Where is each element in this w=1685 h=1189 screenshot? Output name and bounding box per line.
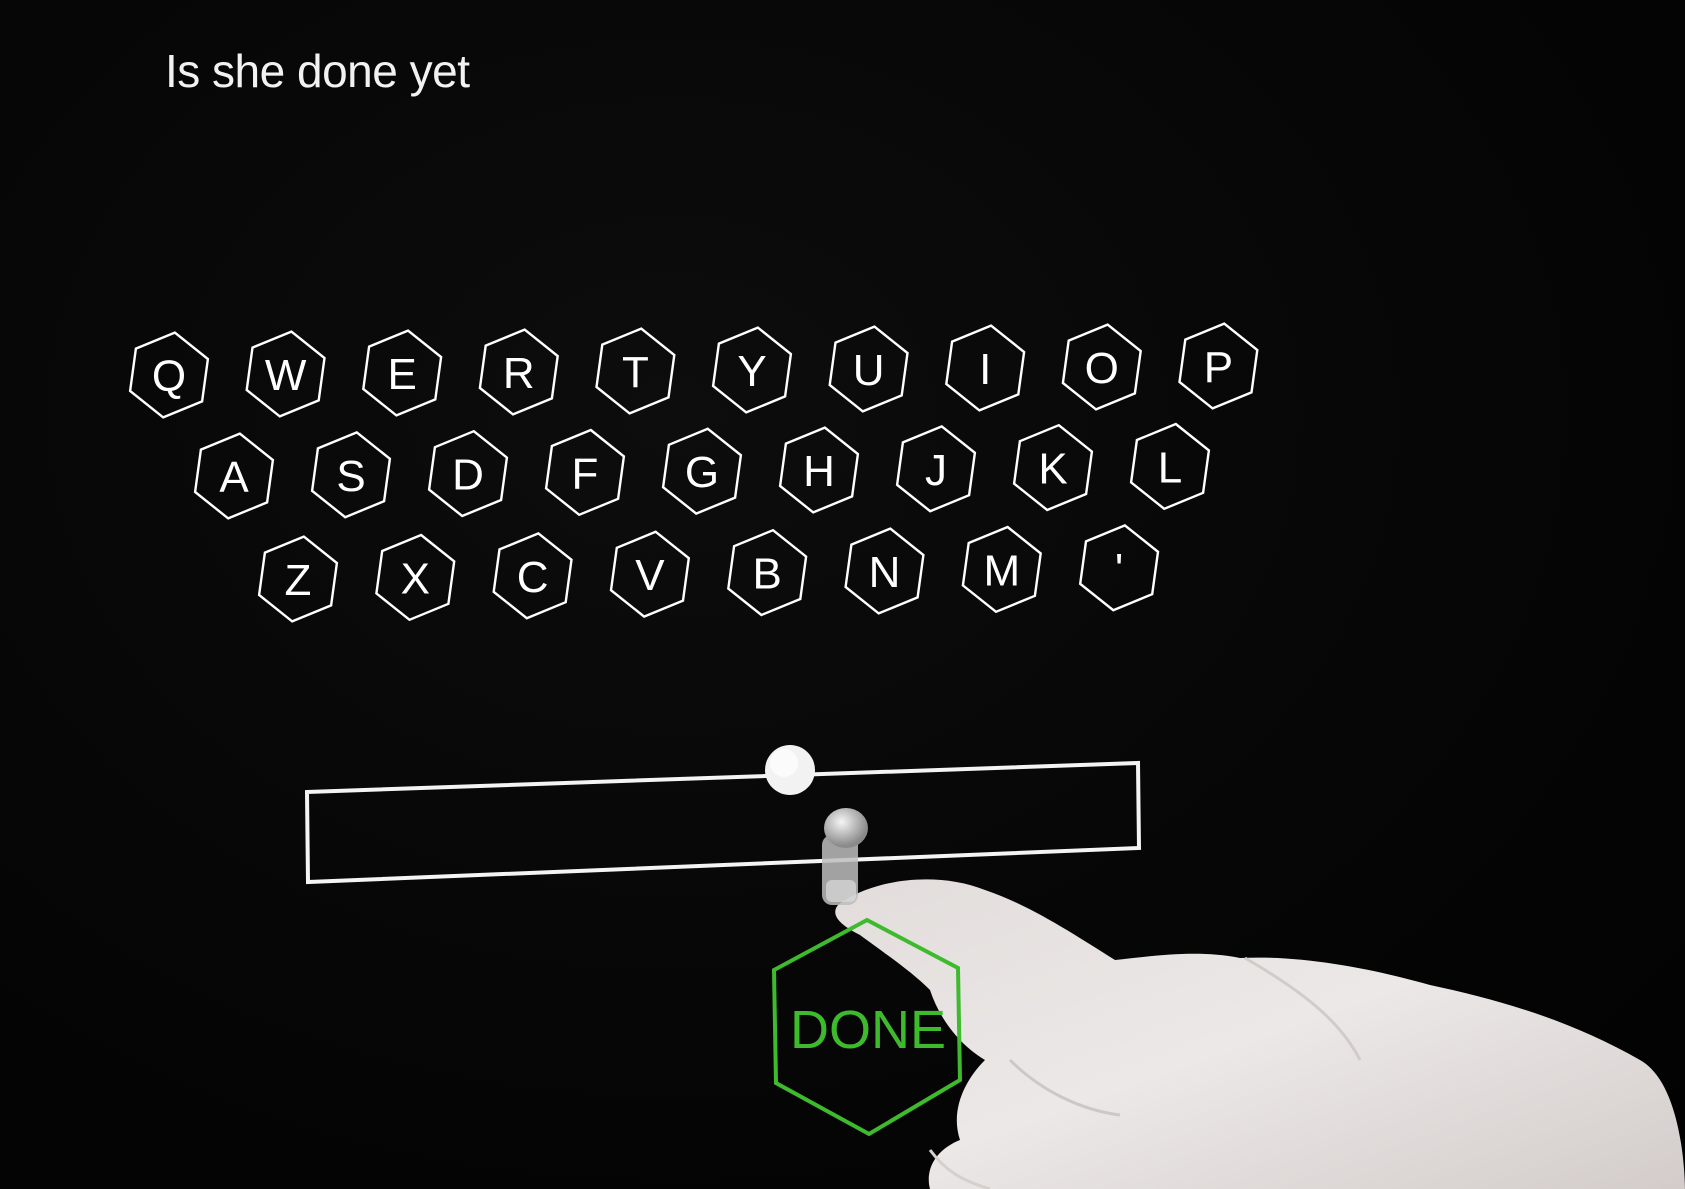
ar-typing-scene: Is she done yet QWERTYUIOPASDFGHJKLZXCVB… [0,0,1685,1189]
done-label: DONE [790,1000,946,1060]
done-area: DONE [771,917,963,1137]
done-button[interactable]: DONE [771,917,963,1137]
